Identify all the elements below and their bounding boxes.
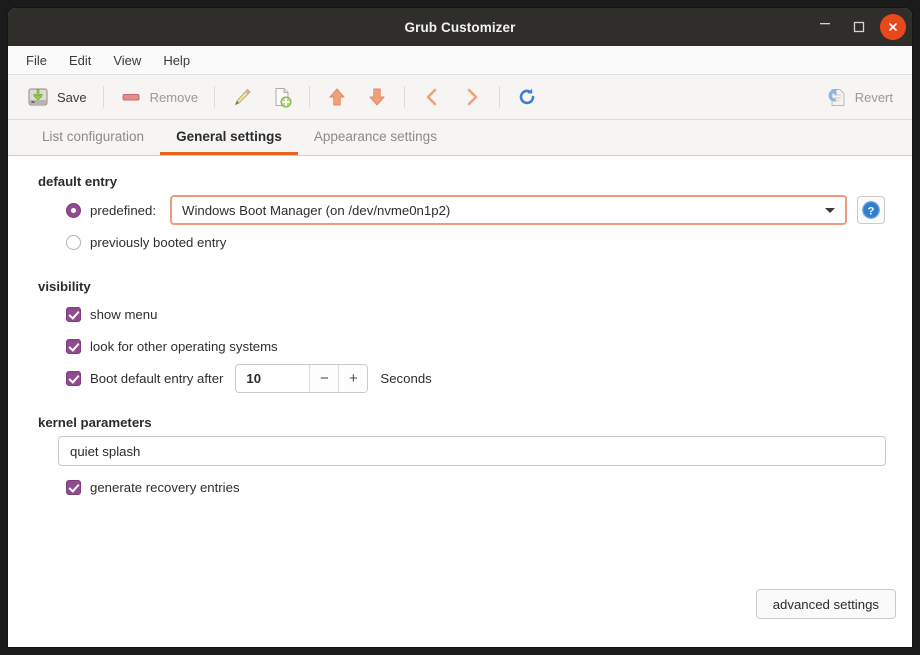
new-document-icon: [271, 86, 293, 108]
checkbox-show-menu[interactable]: [66, 307, 81, 322]
radio-previously-booted-label: previously booted entry: [90, 235, 227, 250]
timeout-increment-button[interactable]: +: [338, 365, 368, 392]
move-up-button[interactable]: [317, 80, 357, 114]
tab-list-configuration[interactable]: List configuration: [26, 120, 160, 155]
toolbar: Save Remove Revert: [8, 75, 912, 120]
help-icon: ?: [861, 200, 881, 220]
arrow-down-icon: [366, 86, 388, 108]
reload-icon: [516, 86, 538, 108]
svg-text:?: ?: [868, 205, 875, 217]
kernel-parameters-input[interactable]: quiet splash: [58, 436, 886, 466]
indent-button[interactable]: [452, 80, 492, 114]
save-label: Save: [57, 89, 87, 105]
menu-file[interactable]: File: [16, 50, 57, 71]
tab-bar: List configuration General settings Appe…: [8, 120, 912, 156]
radio-previously-booted[interactable]: [66, 235, 81, 250]
revert-icon: [825, 86, 847, 108]
timeout-value[interactable]: 10: [236, 365, 309, 392]
boot-timeout-row: Boot default entry after 10 − + Seconds: [66, 364, 892, 393]
window-controls: [812, 8, 906, 46]
unindent-button[interactable]: [412, 80, 452, 114]
settings-panel: default entry predefined: Windows Boot M…: [8, 156, 912, 647]
timeout-stepper[interactable]: 10 − +: [235, 364, 369, 393]
tab-appearance-settings[interactable]: Appearance settings: [298, 120, 453, 155]
recovery-entries-row: generate recovery entries: [66, 473, 892, 502]
timeout-unit-label: Seconds: [380, 371, 432, 386]
pencil-icon: [231, 86, 253, 108]
chevron-right-icon: [461, 86, 483, 108]
default-entry-value: Windows Boot Manager (on /dev/nvme0n1p2): [182, 202, 451, 218]
default-entry-combobox[interactable]: Windows Boot Manager (on /dev/nvme0n1p2): [170, 195, 847, 225]
remove-button[interactable]: Remove: [111, 80, 207, 114]
checkbox-look-for-other-os[interactable]: [66, 339, 81, 354]
maximize-button[interactable]: [846, 14, 872, 40]
timeout-decrement-button[interactable]: −: [309, 365, 339, 392]
toolbar-separator: [499, 86, 501, 108]
move-down-button[interactable]: [357, 80, 397, 114]
app-window: Grub Customizer File Edit View Help Save…: [8, 8, 912, 647]
revert-label: Revert: [854, 89, 893, 105]
remove-label: Remove: [149, 89, 199, 105]
menu-help[interactable]: Help: [153, 50, 200, 71]
kernel-parameters-heading: kernel parameters: [38, 415, 152, 430]
menu-edit[interactable]: Edit: [59, 50, 101, 71]
checkbox-boot-default-after-label: Boot default entry after: [90, 371, 224, 386]
menu-bar: File Edit View Help: [8, 46, 912, 75]
help-button[interactable]: ?: [857, 196, 885, 224]
revert-button[interactable]: Revert: [816, 80, 902, 114]
save-disk-icon: [27, 86, 49, 108]
chevron-left-icon: [421, 86, 443, 108]
default-entry-heading: default entry: [38, 174, 118, 189]
toolbar-separator: [214, 86, 216, 108]
close-button[interactable]: [880, 14, 906, 40]
visibility-heading: visibility: [38, 279, 91, 294]
edit-button[interactable]: [222, 80, 262, 114]
toolbar-separator: [102, 86, 104, 108]
arrow-up-icon: [326, 86, 348, 108]
save-button[interactable]: Save: [18, 80, 96, 114]
chevron-down-icon: [825, 207, 835, 213]
toolbar-separator: [309, 86, 311, 108]
new-entry-button[interactable]: [262, 80, 302, 114]
window-title: Grub Customizer: [404, 19, 516, 35]
title-bar: Grub Customizer: [8, 8, 912, 46]
show-menu-row: show menu: [66, 300, 892, 329]
menu-view[interactable]: View: [103, 50, 151, 71]
checkbox-generate-recovery-entries[interactable]: [66, 480, 81, 495]
tab-general-settings[interactable]: General settings: [160, 120, 298, 155]
predefined-row: predefined: Windows Boot Manager (on /de…: [66, 195, 892, 225]
remove-icon: [120, 86, 142, 108]
checkbox-show-menu-label: show menu: [90, 307, 158, 322]
reload-button[interactable]: [507, 80, 547, 114]
minimize-button[interactable]: [812, 14, 838, 40]
toolbar-separator: [404, 86, 406, 108]
advanced-settings-button[interactable]: advanced settings: [755, 589, 896, 619]
look-for-os-row: look for other operating systems: [66, 332, 892, 361]
previously-booted-row: previously booted entry: [66, 228, 892, 257]
radio-predefined-label: predefined:: [90, 202, 156, 218]
checkbox-boot-default-after[interactable]: [66, 371, 81, 386]
radio-predefined[interactable]: [66, 202, 81, 218]
checkbox-generate-recovery-entries-label: generate recovery entries: [90, 480, 240, 495]
checkbox-look-for-other-os-label: look for other operating systems: [90, 339, 278, 354]
